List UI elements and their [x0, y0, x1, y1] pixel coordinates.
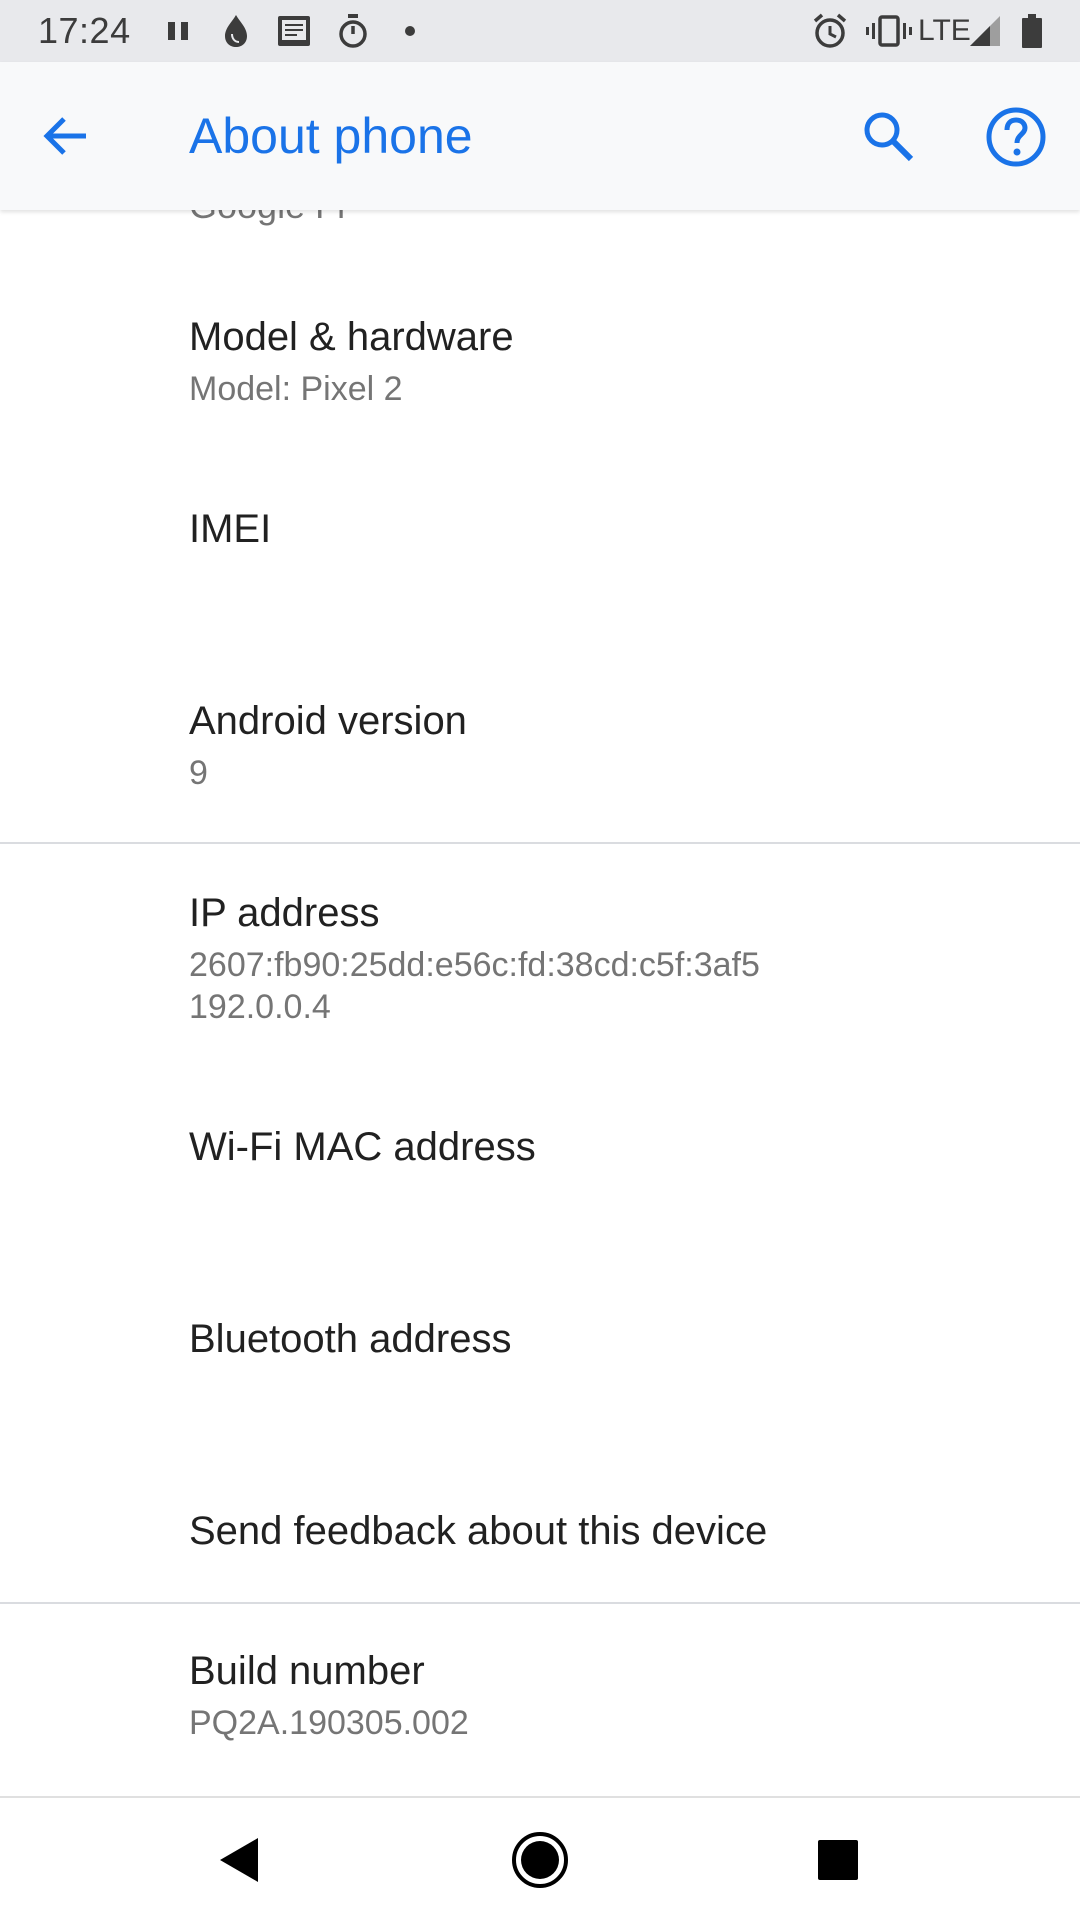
signal-icon: [970, 16, 1000, 46]
pref-title: Android version: [189, 699, 467, 743]
page-title: About phone: [189, 108, 473, 164]
status-bar: 17:24 LTE: [0, 0, 1080, 62]
pref-wifi-mac[interactable]: Wi-Fi MAC address: [0, 1112, 1080, 1250]
pref-build-number[interactable]: Build number PQ2A.190305.002: [0, 1636, 1080, 1774]
pref-title: Wi-Fi MAC address: [189, 1125, 536, 1169]
pref-title: Build number: [189, 1649, 425, 1693]
help-icon[interactable]: [985, 106, 1047, 168]
app-bar: About phone: [0, 62, 1080, 210]
nav-back-icon[interactable]: [206, 1828, 270, 1892]
pref-title: Model & hardware: [189, 315, 514, 359]
pref-summary: 9: [189, 754, 208, 792]
pref-title: Bluetooth address: [189, 1317, 512, 1361]
divider: [0, 842, 1080, 844]
pref-title: IMEI: [189, 507, 272, 551]
settings-list: Google Fi Model & hardware Model: Pixel …: [0, 210, 1080, 1796]
screen: 17:24 LTE About phone Model & hardware M…: [0, 0, 1080, 1920]
pref-summary: PQ2A.190305.002: [189, 1704, 469, 1742]
bible-icon: [278, 16, 310, 46]
back-arrow-icon[interactable]: [36, 106, 96, 166]
pref-android-version[interactable]: Android version 9: [0, 686, 1080, 824]
navigation-bar: [0, 1796, 1080, 1920]
search-icon[interactable]: [858, 106, 918, 166]
pref-bluetooth-address[interactable]: Bluetooth address: [0, 1304, 1080, 1442]
pref-model-hardware[interactable]: Model & hardware Model: Pixel 2: [0, 302, 1080, 440]
nav-recents-icon[interactable]: [806, 1828, 870, 1892]
drop-icon: [225, 15, 247, 47]
pref-summary: 2607:fb90:25dd:e56c:fd:38cd:c5f:3af5 192…: [189, 946, 760, 1026]
status-time: 17:24: [38, 10, 131, 51]
pref-title: IP address: [189, 891, 380, 935]
pref-summary: Model: Pixel 2: [189, 370, 403, 408]
stopwatch-icon: [339, 14, 367, 48]
pref-ip-address[interactable]: IP address 2607:fb90:25dd:e56c:fd:38cd:c…: [0, 878, 1080, 1048]
dot-icon: [405, 26, 415, 36]
alarm-icon: [813, 13, 847, 48]
pause-icon: [168, 22, 188, 40]
pref-imei[interactable]: IMEI: [0, 494, 1080, 632]
pref-send-feedback[interactable]: Send feedback about this device: [0, 1496, 1080, 1634]
pref-title: Send feedback about this device: [189, 1509, 768, 1553]
partial-item-summary: Google Fi: [189, 210, 345, 228]
battery-icon: [1022, 14, 1042, 48]
network-type: LTE: [918, 14, 971, 47]
vibrate-icon: [866, 15, 912, 47]
divider: [0, 1602, 1080, 1604]
nav-home-icon[interactable]: [508, 1828, 572, 1892]
